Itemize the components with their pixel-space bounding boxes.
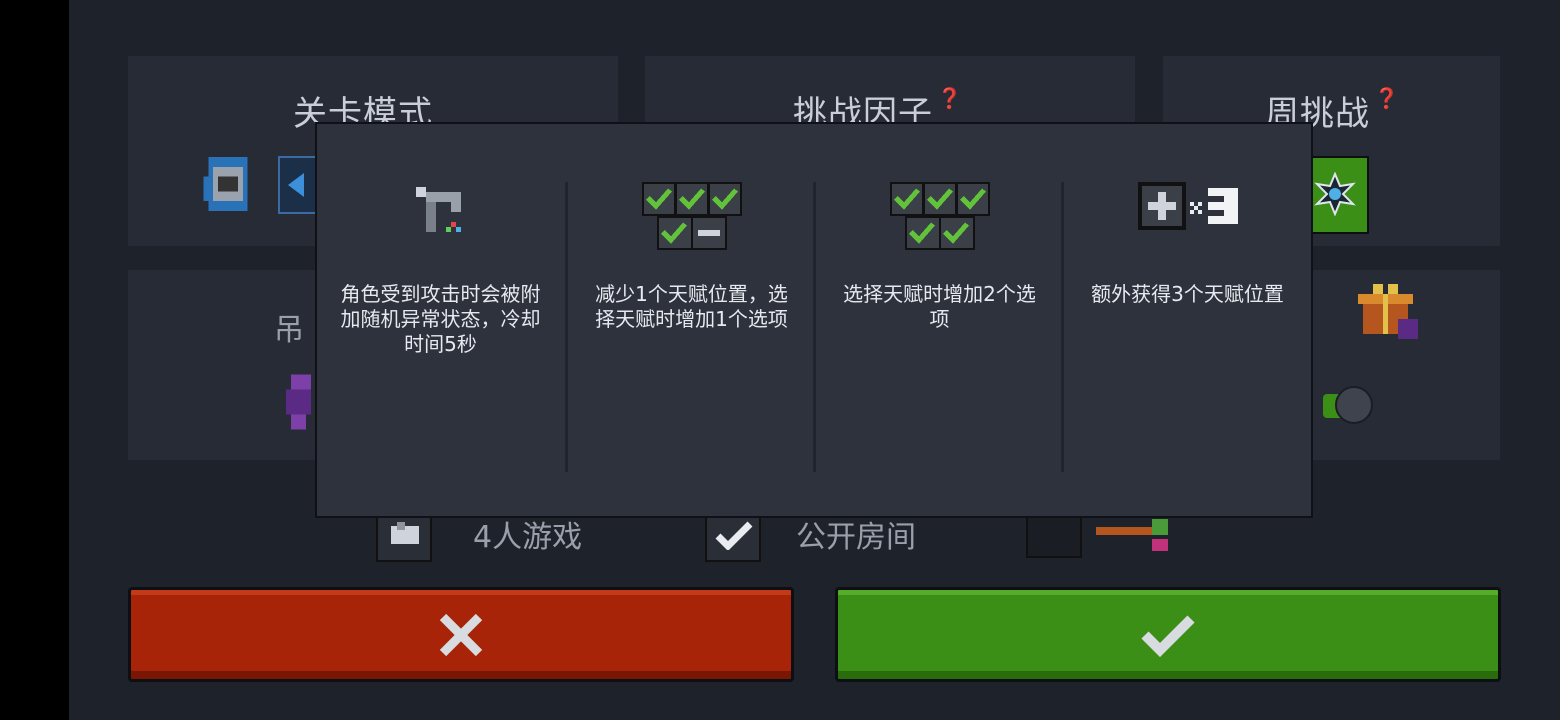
gun-icon <box>415 187 461 232</box>
factor-column-2: 减少1个天赋位置，选择天赋时增加1个选项 <box>568 124 815 516</box>
factor-desc-1: 角色受到攻击时会被附加随机异常状态，冷却时间5秒 <box>340 282 541 356</box>
arrow-left-icon <box>288 173 304 197</box>
close-x-icon <box>439 613 483 656</box>
talent-slots-minus-icon <box>641 182 742 250</box>
gift-box-icon[interactable] <box>1358 278 1418 340</box>
cancel-button[interactable] <box>128 587 794 682</box>
factor-desc-4: 额外获得3个天赋位置 <box>1091 282 1284 306</box>
left-black-bar <box>0 0 69 720</box>
players-label: 4人游戏 <box>473 520 583 555</box>
factor-column-1: 角色受到攻击时会被附加随机异常状态，冷却时间5秒 <box>317 124 564 516</box>
factor-column-4: 额外获得3个天赋位置 <box>1064 124 1311 516</box>
prev-arrow-button[interactable] <box>278 156 318 214</box>
public-room-label: 公开房间 <box>796 520 916 555</box>
factor-desc-3: 选择天赋时增加2个选项 <box>843 282 1036 331</box>
talent-slots-check-icon <box>889 182 990 250</box>
confirm-button[interactable] <box>835 587 1501 682</box>
toggle-knob <box>1335 386 1373 424</box>
talent-plus-x3-icon <box>1137 182 1238 230</box>
challenge-factor-popup: 角色受到攻击时会被附加随机异常状态，冷却时间5秒 减少1个天赋位置，选择天赋时增… <box>315 122 1313 518</box>
help-icon[interactable]: ❓ <box>1374 86 1400 110</box>
knight-helmet-icon[interactable] <box>198 152 258 216</box>
players-icon <box>391 522 419 544</box>
check-icon <box>715 521 753 550</box>
factor-column-3: 选择天赋时增加2个选项 <box>816 124 1063 516</box>
check-icon <box>1141 614 1195 657</box>
toggle-switch[interactable] <box>1323 386 1373 424</box>
spiky-orb-icon <box>1314 172 1356 216</box>
partial-label: 吊 <box>274 313 304 348</box>
factor-desc-2: 减少1个天赋位置，选择天赋时增加1个选项 <box>595 282 788 331</box>
staff-weapon-icon[interactable] <box>1096 515 1176 555</box>
help-icon[interactable]: ❓ <box>937 86 963 110</box>
purple-creature-icon[interactable] <box>286 374 316 430</box>
